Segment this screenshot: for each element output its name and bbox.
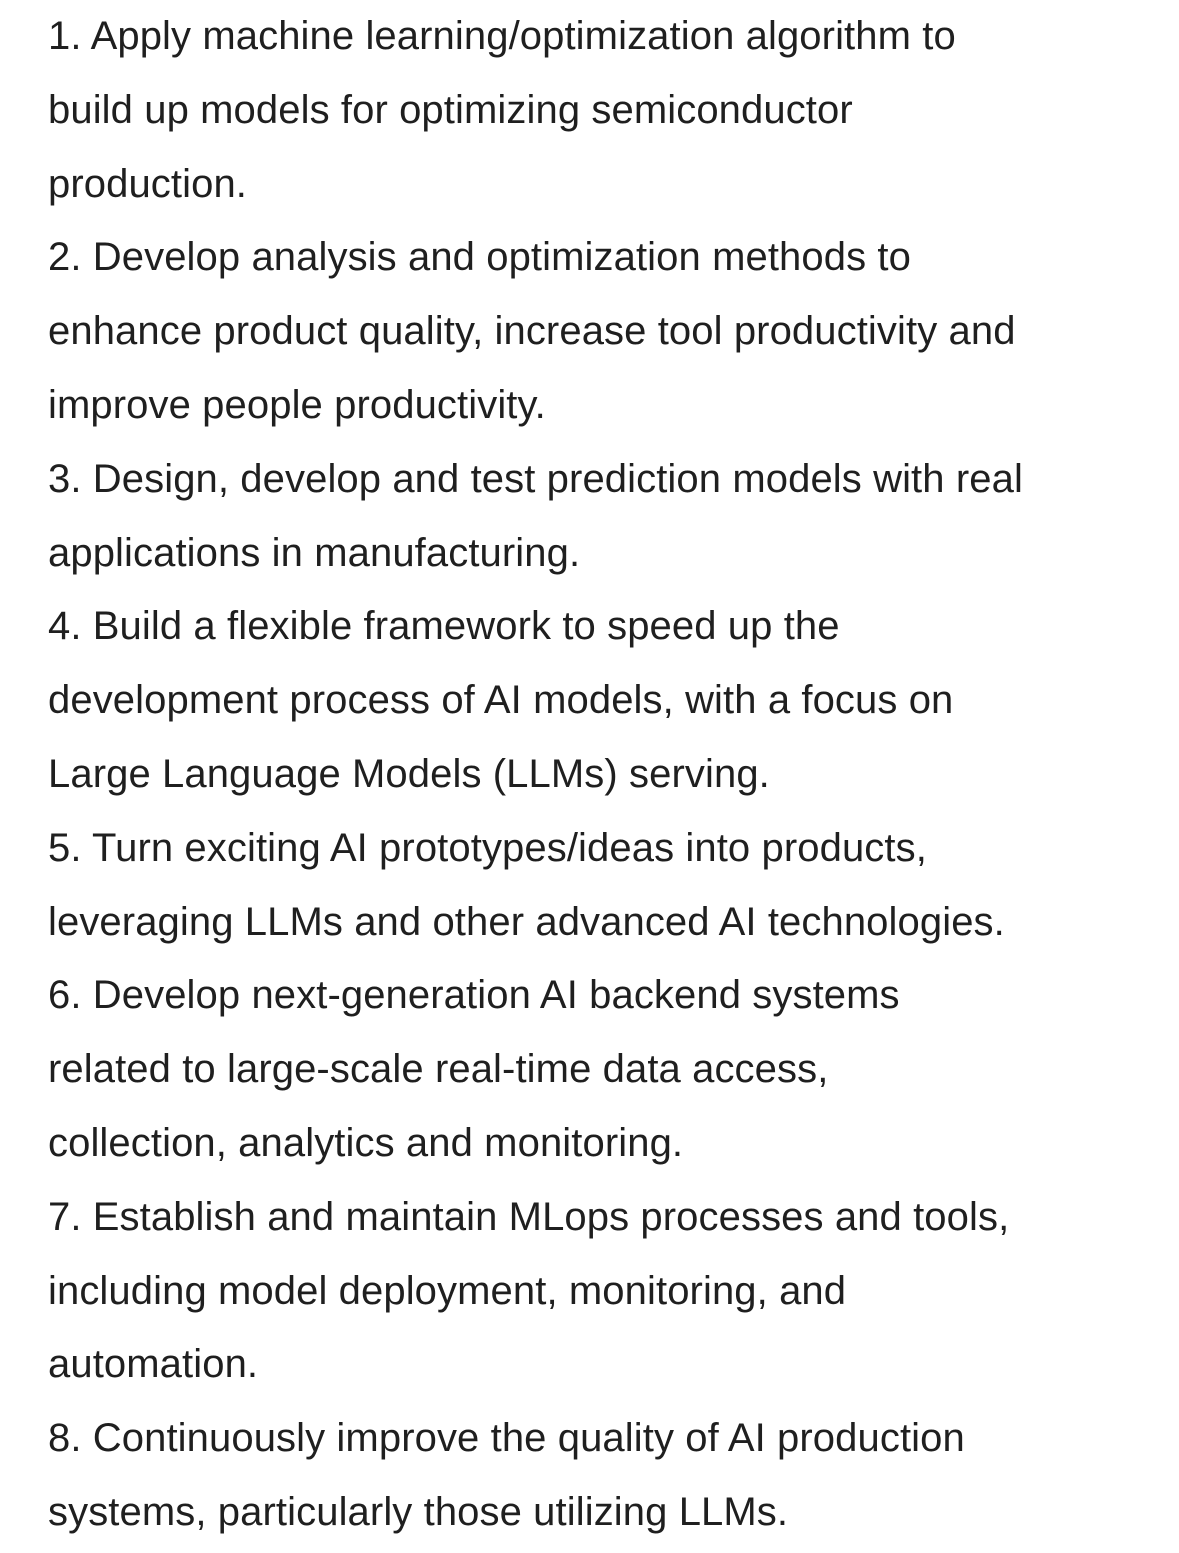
item-line: build up models for optimizing semicondu… <box>48 87 853 132</box>
item-line: automation. <box>48 1342 259 1387</box>
item-line: including model deployment, monitoring, … <box>48 1268 847 1313</box>
responsibilities-list: 1. Apply machine learning/optimization a… <box>48 0 1158 1550</box>
item-line: 5. Turn exciting AI prototypes/ideas int… <box>48 825 927 870</box>
list-item-7: 7. Establish and maintain MLops processe… <box>48 1181 1158 1402</box>
item-line: collection, analytics and monitoring. <box>48 1120 684 1165</box>
item-line: leveraging LLMs and other advanced AI te… <box>48 899 1005 944</box>
list-item-1: 1. Apply machine learning/optimization a… <box>48 0 1158 221</box>
list-item-3: 3. Design, develop and test prediction m… <box>48 443 1158 591</box>
item-line: 8. Continuously improve the quality of A… <box>48 1416 965 1461</box>
list-item-8: 8. Continuously improve the quality of A… <box>48 1402 1158 1550</box>
item-line: 2. Develop analysis and optimization met… <box>48 235 911 280</box>
item-line: 6. Develop next-generation AI backend sy… <box>48 973 900 1018</box>
item-line: production. <box>48 161 248 206</box>
item-line: 4. Build a flexible framework to speed u… <box>48 604 840 649</box>
list-item-6: 6. Develop next-generation AI backend sy… <box>48 959 1158 1180</box>
item-line: enhance product quality, increase tool p… <box>48 309 1016 354</box>
item-line: 7. Establish and maintain MLops processe… <box>48 1194 1010 1239</box>
item-line: applications in manufacturing. <box>48 530 581 575</box>
list-item-4: 4. Build a flexible framework to speed u… <box>48 590 1158 811</box>
item-line: systems, particularly those utilizing LL… <box>48 1489 789 1534</box>
item-line: 1. Apply machine learning/optimization a… <box>48 14 956 58</box>
item-line: Large Language Models (LLMs) serving. <box>48 751 770 796</box>
item-line: related to large-scale real-time data ac… <box>48 1047 829 1092</box>
list-item-2: 2. Develop analysis and optimization met… <box>48 221 1158 442</box>
item-line: development process of AI models, with a… <box>48 678 954 723</box>
item-line: 3. Design, develop and test prediction m… <box>48 456 1023 501</box>
list-item-5: 5. Turn exciting AI prototypes/ideas int… <box>48 812 1158 960</box>
item-line: improve people productivity. <box>48 382 546 427</box>
